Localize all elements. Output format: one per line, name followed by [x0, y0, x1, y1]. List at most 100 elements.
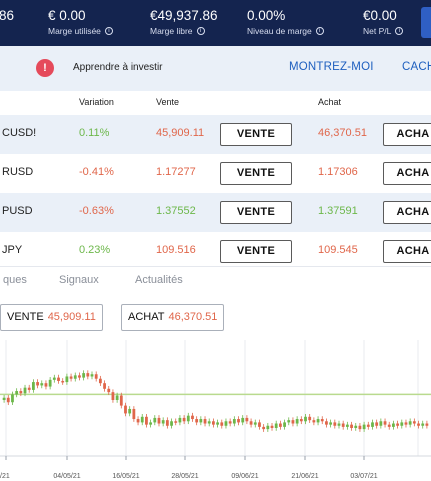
candle-body — [216, 422, 219, 425]
candle-body — [237, 419, 240, 423]
candle-body — [278, 423, 282, 427]
info-icon[interactable]: i — [315, 27, 324, 35]
candle-body — [400, 422, 404, 426]
candle-body — [78, 375, 81, 378]
free-margin-stat: €49,937.86 Marge libre i — [150, 8, 218, 36]
table-row[interactable]: PUSD -0.63% 1.37552 VENTE 1.37591 ACHA — [0, 193, 431, 232]
candle-body — [350, 424, 353, 428]
candle-body — [140, 416, 144, 423]
candle-body — [408, 421, 412, 425]
buy-price: 1.37591 — [318, 205, 358, 217]
sell-price: 1.17277 — [156, 166, 196, 178]
candle-body — [203, 419, 207, 424]
candle-body — [103, 383, 106, 389]
candle-body — [161, 420, 165, 424]
candle-body — [421, 423, 425, 426]
candle-body — [182, 417, 186, 422]
buy-button[interactable]: ACHA — [383, 123, 431, 146]
candle-body — [207, 421, 211, 424]
buy-button[interactable]: ACHA — [383, 201, 431, 224]
info-icon[interactable]: i — [395, 27, 404, 35]
used-margin-value: € 0.00 — [48, 8, 86, 23]
x-tick-label: /21 — [0, 473, 10, 480]
sell-price: 1.37552 — [156, 205, 196, 217]
deposit-button[interactable] — [421, 7, 431, 38]
candle-body — [82, 373, 86, 378]
candle-body — [149, 422, 153, 425]
buy-button[interactable]: ACHA — [383, 162, 431, 185]
candle-body — [249, 421, 253, 425]
candle-body — [241, 417, 245, 423]
candle-body — [119, 395, 123, 406]
candle-body — [266, 425, 270, 430]
candle-body — [174, 421, 178, 423]
sell-button[interactable]: VENTE — [220, 162, 292, 185]
sell-price: 109.516 — [156, 244, 196, 256]
sell-quote-button[interactable]: VENTE 45,909.11 — [0, 304, 103, 331]
candle-body — [19, 391, 23, 394]
candle-body — [73, 375, 77, 379]
candle-body — [115, 395, 119, 400]
table-row[interactable]: RUSD -0.41% 1.17277 VENTE 1.17306 ACHA — [0, 154, 431, 193]
instrument-symbol: RUSD — [2, 166, 34, 178]
header-sell: Vente — [156, 97, 180, 107]
candle-body — [308, 416, 312, 421]
candle-body — [195, 419, 199, 423]
sell-button[interactable]: VENTE — [220, 201, 292, 224]
table-row[interactable]: CUSD! 0.11% 45,909.11 VENTE 46,370.51 AC… — [0, 115, 431, 154]
candle-body — [320, 419, 324, 422]
info-icon[interactable]: i — [104, 27, 113, 35]
candle-body — [145, 416, 148, 425]
sell-button[interactable]: VENTE — [220, 240, 292, 263]
candle-body — [262, 426, 266, 430]
candle-body — [44, 383, 48, 387]
show-me-link[interactable]: MONTREZ-MOI — [289, 61, 374, 73]
price-chart[interactable]: /21 04/05/21 16/05/21 28/05/21 09/06/21 21/06… — [0, 340, 431, 481]
candle-body — [404, 422, 408, 425]
candle-body — [94, 374, 98, 379]
candle-body — [274, 423, 278, 428]
sell-quote-label: VENTE — [7, 311, 44, 323]
instrument-symbol: PUSD — [2, 205, 33, 217]
candle-body — [362, 424, 366, 430]
x-tick-label: 04/05/21 — [53, 473, 80, 480]
candle-body — [345, 424, 349, 427]
x-tick-label: 03/07/21 — [350, 473, 377, 480]
x-tick-label: 28/05/21 — [171, 473, 198, 480]
balance-value: 86 — [0, 8, 15, 23]
candle-body — [224, 421, 228, 426]
candle-body — [124, 405, 127, 414]
candle-body — [170, 421, 173, 426]
buy-price: 109.545 — [318, 244, 358, 256]
tab-stats[interactable]: ques — [3, 274, 27, 286]
tab-signals[interactable]: Signaux — [59, 274, 99, 286]
candle-body — [11, 394, 14, 403]
candle-body — [40, 383, 44, 386]
candle-body — [232, 419, 236, 424]
candle-body — [304, 416, 307, 422]
buy-quote-button[interactable]: ACHAT 46,370.51 — [121, 304, 225, 331]
table-row[interactable]: JPY 0.23% 109.516 VENTE 109.545 ACHA — [0, 232, 431, 266]
candle-body — [61, 380, 65, 383]
candle-body — [165, 420, 169, 426]
candle-body — [337, 423, 341, 426]
sell-button[interactable]: VENTE — [220, 123, 292, 146]
learn-text: Apprendre à investir — [73, 62, 163, 73]
hide-link[interactable]: CACH — [402, 61, 431, 73]
candle-body — [69, 376, 73, 379]
candle-body — [178, 417, 182, 423]
candle-body — [191, 415, 194, 420]
candle-body — [287, 420, 291, 423]
buy-button[interactable]: ACHA — [383, 240, 431, 263]
candle-body — [86, 373, 90, 377]
candle-body — [90, 374, 94, 377]
info-icon[interactable]: i — [196, 27, 205, 35]
change-value: 0.23% — [79, 244, 111, 256]
used-margin-label: Marge utilisée — [48, 26, 101, 36]
margin-level-stat: 0.00% Niveau de marge i — [247, 8, 324, 36]
header-variation: Variation — [79, 97, 114, 107]
candle-body — [299, 419, 303, 422]
net-pl-value: €0.00 — [363, 8, 397, 23]
tab-news[interactable]: Actualités — [135, 274, 183, 286]
candle-body — [52, 377, 56, 380]
